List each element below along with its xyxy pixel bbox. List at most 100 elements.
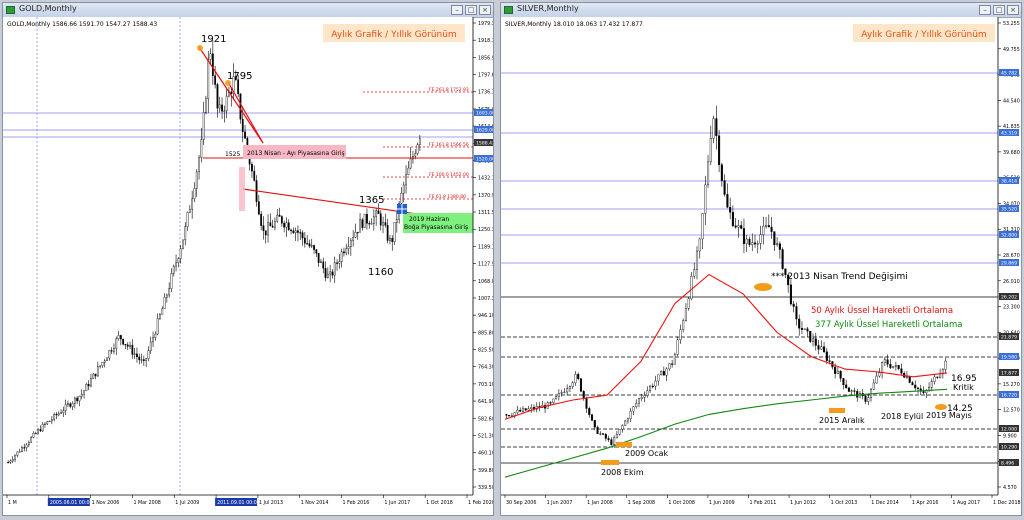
price-tag: 19.580 — [1001, 355, 1017, 361]
candle — [356, 231, 359, 234]
candle — [186, 212, 189, 227]
candle — [361, 219, 364, 228]
maximize-button[interactable]: □ — [465, 5, 477, 15]
candle — [338, 261, 341, 264]
candle — [615, 434, 618, 438]
candle — [34, 432, 37, 435]
candle — [138, 356, 141, 361]
candle — [177, 258, 180, 263]
close-button[interactable]: × — [479, 5, 491, 15]
minimize-button[interactable]: – — [979, 5, 991, 15]
candle — [149, 341, 152, 351]
silver-candlestick-chart[interactable]: SILVER,Monthly 18.010 18.063 17.432 17.8… — [501, 17, 1021, 515]
candle — [402, 184, 405, 194]
candle — [168, 288, 171, 296]
candle — [223, 110, 226, 112]
candle — [825, 351, 828, 361]
candle — [331, 271, 334, 276]
candle — [922, 391, 925, 394]
time-axis-label: 1 Oct 2008 — [668, 500, 695, 506]
price-tag: 8.496 — [1001, 461, 1014, 467]
candle — [778, 243, 781, 250]
candle — [508, 415, 511, 417]
minimize-button[interactable]: – — [451, 5, 463, 15]
price-axis-label: 1856.90 — [478, 55, 493, 61]
candle — [914, 384, 917, 389]
candle — [276, 214, 279, 222]
price-tag: 17.877 — [1001, 371, 1017, 377]
candle — [154, 333, 157, 338]
candle — [62, 410, 65, 413]
candle — [345, 248, 348, 254]
candle — [552, 398, 555, 404]
candle — [577, 374, 580, 379]
time-axis-label: 1 M — [8, 500, 17, 506]
candle — [80, 393, 83, 397]
candle — [278, 214, 281, 217]
candle — [271, 225, 274, 228]
candle — [842, 378, 845, 386]
candle — [524, 408, 527, 411]
candle — [679, 329, 682, 341]
candle — [811, 338, 815, 342]
candle — [792, 303, 795, 307]
label-may-2019: 2019 Mayıs — [926, 411, 972, 420]
close-button[interactable]: × — [1007, 5, 1019, 15]
chart-app-icon — [504, 6, 513, 14]
candle — [214, 75, 217, 85]
candle — [892, 366, 895, 368]
candle — [568, 386, 571, 389]
price-axis-label: 1250.30 — [478, 227, 493, 233]
candle — [718, 135, 721, 165]
price-axis-label: 44.540 — [1003, 98, 1020, 104]
candle — [817, 345, 820, 350]
candle — [129, 344, 131, 347]
candle — [751, 242, 754, 245]
candle — [280, 216, 283, 224]
candle — [389, 238, 391, 241]
candle — [156, 318, 159, 335]
candle — [165, 294, 168, 298]
candle — [527, 408, 530, 411]
candle — [690, 275, 693, 299]
price-axis-label: 9.900 — [1003, 433, 1017, 439]
silver-chart-window: SILVER,Monthly – □ × SILVER,Monthly 18.0… — [500, 2, 1022, 516]
price-axis-label: 23.300 — [1003, 305, 1020, 311]
candle — [834, 366, 837, 374]
time-axis-label: 2005.06.01 00:00 — [50, 500, 93, 506]
candle — [883, 359, 886, 363]
price-tag: 29.869 — [1001, 261, 1017, 267]
price-tag: 45.782 — [1001, 71, 1017, 77]
maximize-button[interactable]: □ — [993, 5, 1005, 15]
candle — [124, 343, 127, 346]
candle — [637, 398, 641, 404]
candle — [566, 388, 569, 393]
candle — [682, 320, 685, 330]
candle — [933, 376, 936, 382]
candle — [555, 396, 558, 400]
candle — [798, 318, 801, 329]
gold-candlestick-chart[interactable]: GOLD,Monthly 1586.66 1591.70 1547.27 158… — [3, 17, 493, 515]
candle — [251, 164, 253, 172]
candle — [881, 362, 884, 373]
candle — [875, 375, 878, 384]
candle — [836, 370, 839, 374]
candle — [731, 212, 734, 226]
candle — [734, 225, 737, 228]
price-axis-label: 39.680 — [1003, 150, 1020, 156]
candle — [175, 262, 177, 267]
candle — [513, 412, 516, 416]
candle — [845, 384, 848, 389]
candle — [549, 402, 552, 404]
candle — [629, 410, 632, 419]
candle — [759, 234, 762, 244]
candle — [218, 104, 221, 109]
candle — [119, 335, 122, 340]
candle — [726, 194, 729, 208]
candle — [944, 360, 947, 370]
silver-title-bar[interactable]: SILVER,Monthly – □ × — [501, 3, 1021, 18]
gold-title-bar[interactable]: GOLD,Monthly – □ × — [3, 3, 493, 18]
price-tag: 16.720 — [1001, 393, 1017, 399]
candle — [382, 222, 384, 226]
candle — [618, 429, 621, 435]
